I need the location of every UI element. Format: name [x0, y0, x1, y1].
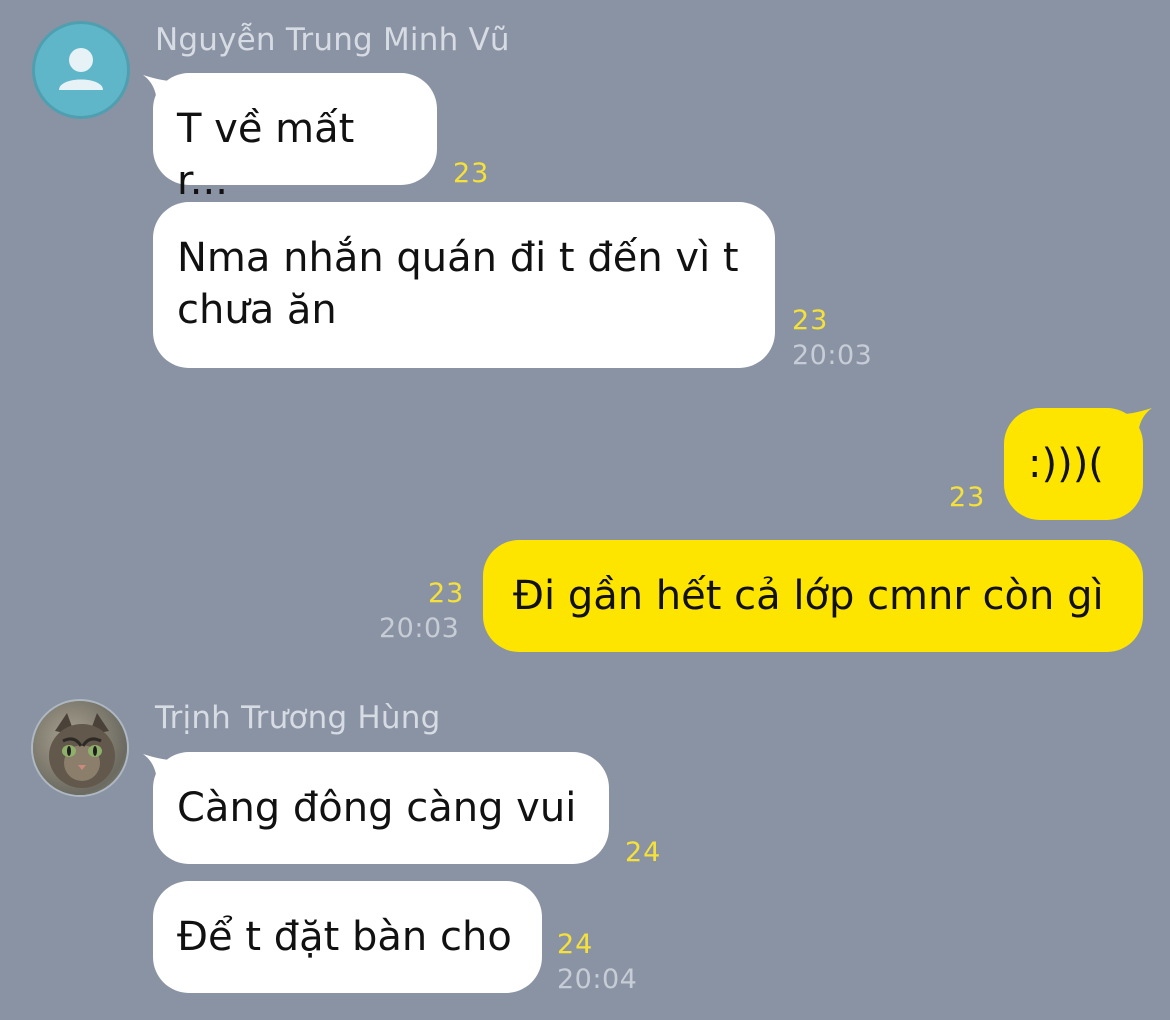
- message-bubble[interactable]: Nma nhắn quán đi t đến vì t chưa ăn: [153, 202, 775, 368]
- unread-count: 23: [949, 482, 986, 513]
- person-silhouette-icon: [59, 48, 103, 90]
- unread-count: 23: [428, 578, 465, 609]
- cat-photo-avatar: [33, 701, 127, 795]
- avatar-nguyen-trung-minh-vu[interactable]: [32, 21, 130, 119]
- message-text: T về mất r...: [177, 106, 355, 204]
- message-text: :)))(: [1028, 441, 1104, 487]
- message-bubble[interactable]: Càng đông càng vui: [153, 752, 609, 864]
- sender-name: Nguyễn Trung Minh Vũ: [155, 22, 510, 58]
- message-timestamp: 20:03: [379, 613, 460, 644]
- message-text: Đi gần hết cả lớp cmnr còn gì: [513, 573, 1104, 619]
- message-text: Để t đặt bàn cho: [177, 914, 512, 960]
- message-text: Càng đông càng vui: [177, 785, 577, 831]
- message-timestamp: 20:04: [557, 964, 638, 995]
- message-bubble[interactable]: :)))(: [1004, 408, 1143, 520]
- message-bubble[interactable]: T về mất r...: [153, 73, 437, 204]
- message-bubble[interactable]: Để t đặt bàn cho: [153, 881, 542, 993]
- unread-count: 23: [453, 158, 490, 189]
- unread-count: 24: [625, 837, 662, 868]
- message-text: Nma nhắn quán đi t đến vì t chưa ăn: [177, 235, 739, 333]
- avatar-trinh-truong-hung[interactable]: [31, 699, 129, 797]
- unread-count: 24: [557, 929, 594, 960]
- unread-count: 23: [792, 305, 829, 336]
- sender-name: Trịnh Trương Hùng: [155, 700, 441, 736]
- message-timestamp: 20:03: [792, 340, 873, 371]
- message-bubble[interactable]: Đi gần hết cả lớp cmnr còn gì: [483, 540, 1143, 652]
